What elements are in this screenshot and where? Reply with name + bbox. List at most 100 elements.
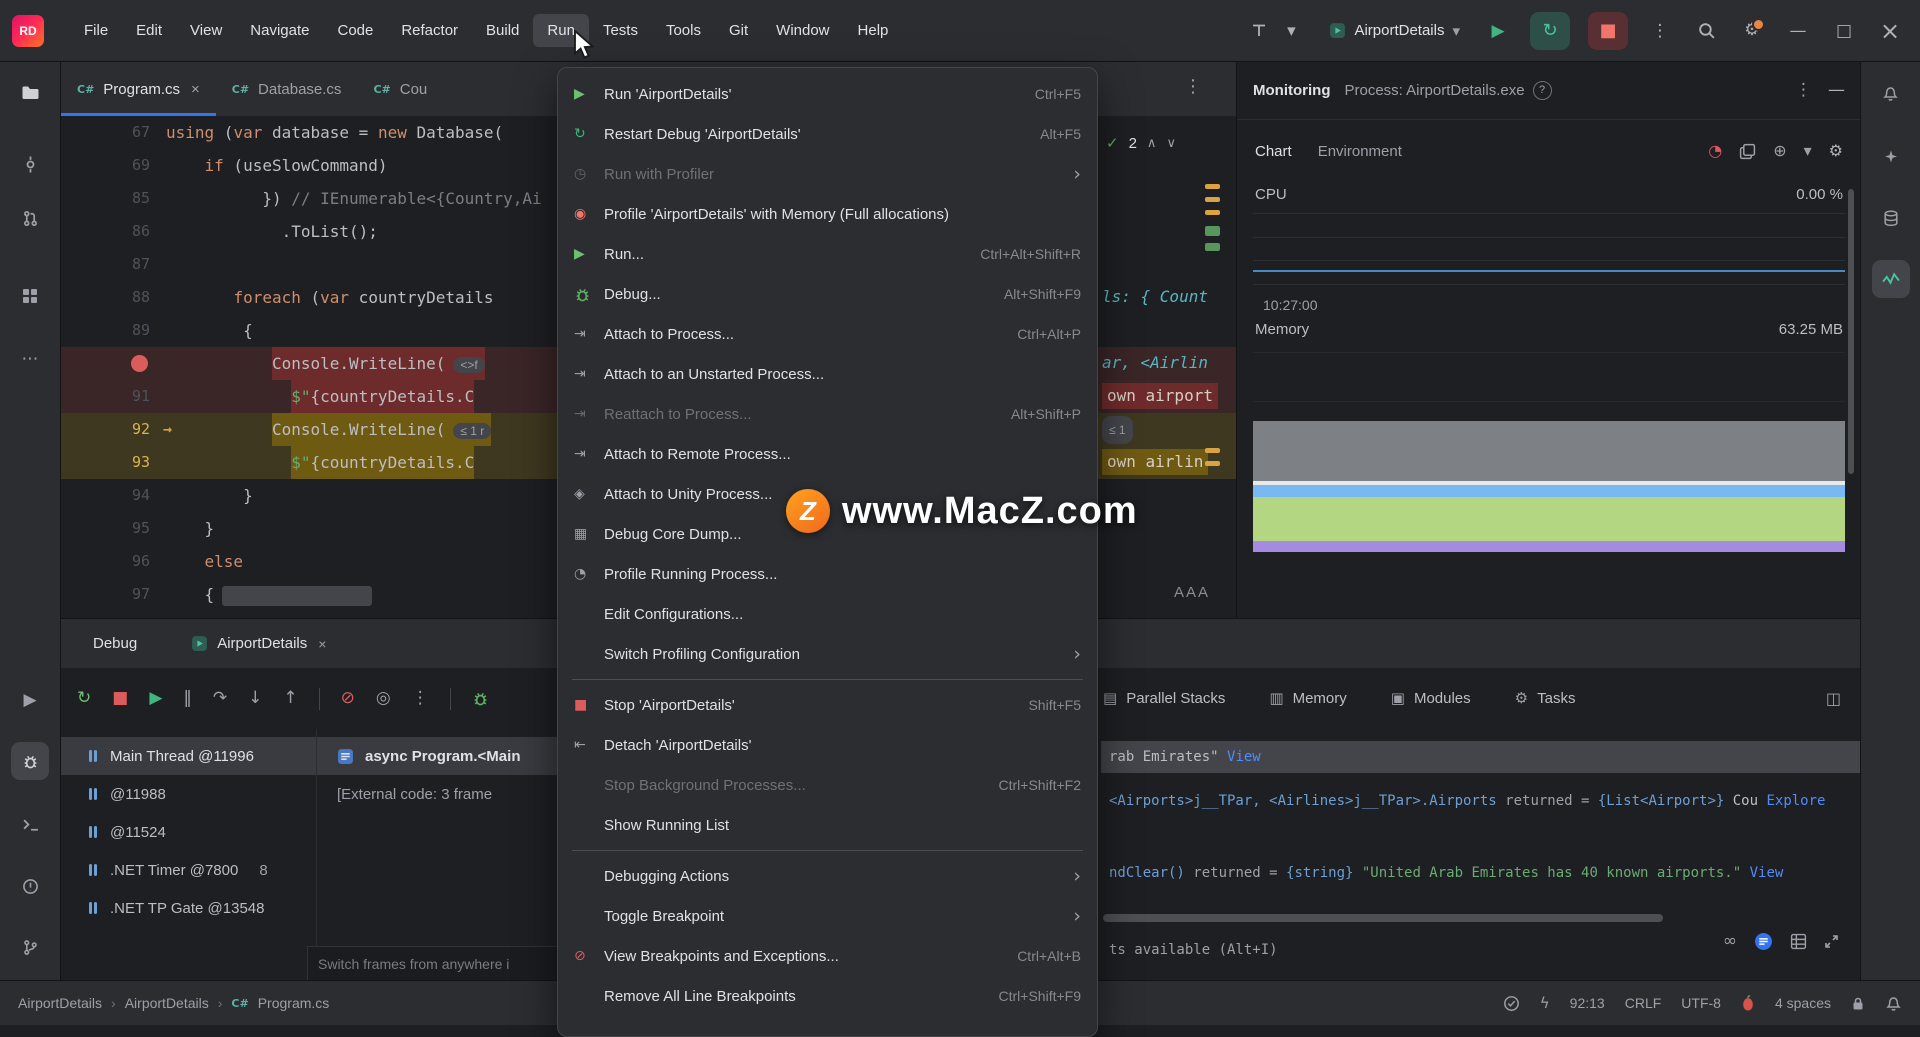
restart-debug-button[interactable]: ↻: [1530, 11, 1570, 50]
tab-environment[interactable]: Environment: [1318, 143, 1402, 160]
bell-icon[interactable]: [1872, 74, 1910, 112]
view-breakpoints-icon[interactable]: ◎: [376, 690, 391, 707]
kebab-icon[interactable]: ⋮: [1646, 17, 1674, 45]
terminal-icon[interactable]: [11, 806, 49, 844]
console-row[interactable]: rab Emirates" View: [1101, 741, 1861, 773]
menu-item[interactable]: ⇥ Reattach to Process... Alt+Shift+P: [558, 394, 1097, 434]
tab-chart[interactable]: Chart: [1255, 143, 1292, 160]
line-number[interactable]: 92 →: [61, 413, 172, 446]
thread-row[interactable]: @11988: [61, 775, 316, 813]
rider-logo-icon[interactable]: RD: [12, 14, 44, 47]
caret-position[interactable]: 92:13: [1570, 995, 1605, 1011]
line-number[interactable]: 94: [61, 479, 166, 512]
menubar-item-tools[interactable]: Tools: [652, 14, 715, 47]
menu-item[interactable]: ◷ Run with Profiler ›: [558, 154, 1097, 194]
line-number[interactable]: 89: [61, 314, 166, 347]
menu-item[interactable]: Stop Background Processes... Ctrl+Shift+F…: [558, 765, 1097, 805]
menu-item[interactable]: ▶ Run 'AirportDetails' Ctrl+F5: [558, 74, 1097, 114]
maximize-window-icon[interactable]: □: [1830, 17, 1858, 45]
menu-item[interactable]: Debugging Actions ›: [558, 856, 1097, 896]
tab-tasks[interactable]: ⚙ Tasks: [1515, 690, 1576, 707]
inspections-widget[interactable]: ✓ 2 ∧ ∨: [1106, 134, 1176, 153]
tab-parallel-stacks[interactable]: ▤ Parallel Stacks: [1103, 690, 1225, 707]
line-number[interactable]: [61, 347, 166, 380]
line-number[interactable]: 97: [61, 578, 166, 611]
debug-session-tab[interactable]: AirportDetails ×: [191, 635, 326, 652]
step-over-icon[interactable]: ↷: [213, 690, 227, 707]
prev-problem-icon[interactable]: ∧: [1147, 135, 1157, 151]
expand-icon[interactable]: [1824, 934, 1839, 949]
horizontal-scrollbar-thumb[interactable]: [1103, 914, 1663, 922]
menu-item[interactable]: ↻ Restart Debug 'AirportDetails' Alt+F5: [558, 114, 1097, 154]
menu-item[interactable]: ◉ Profile 'AirportDetails' with Memory (F…: [558, 194, 1097, 234]
chart-settings-gear-icon[interactable]: ⚙: [1829, 143, 1843, 159]
cpu-profile-icon[interactable]: ◔: [1708, 143, 1722, 159]
memory-snapshot-icon[interactable]: ⊕: [1773, 143, 1786, 159]
chevron-down-icon[interactable]: ▾: [1804, 143, 1812, 159]
console-action-link[interactable]: View: [1750, 865, 1784, 881]
scrollbar-thumb[interactable]: [1848, 189, 1854, 474]
menu-item[interactable]: Edit Configurations...: [558, 594, 1097, 634]
line-separator[interactable]: CRLF: [1625, 995, 1662, 1011]
editor-options-kebab-icon[interactable]: ⋮: [1184, 76, 1202, 97]
debug-tool-icon[interactable]: [11, 742, 49, 780]
line-number[interactable]: 69: [61, 149, 166, 182]
hot-reload-pepper-icon[interactable]: [1741, 994, 1755, 1012]
menubar-item-window[interactable]: Window: [762, 14, 843, 47]
menu-item[interactable]: Debug... Alt+Shift+F9: [558, 274, 1097, 314]
lock-icon[interactable]: [1851, 996, 1865, 1011]
editor-tab-database-cs[interactable]: C# Database.cs: [216, 62, 358, 116]
console-output-icon[interactable]: [1754, 932, 1773, 951]
thread-row[interactable]: .NET Timer @7800 8: [61, 851, 316, 889]
settings-gear-icon[interactable]: ⚙: [1738, 17, 1766, 45]
chevron-down-icon[interactable]: ▾: [1277, 17, 1305, 45]
run-config-selector[interactable]: AirportDetails ▾: [1323, 18, 1466, 44]
debugger-console[interactable]: rab Emirates" View <Airports>j__TPar, <Ai…: [1101, 729, 1861, 981]
next-problem-icon[interactable]: ∨: [1166, 135, 1176, 151]
menu-item[interactable]: ⇥ Attach to an Unstarted Process...: [558, 354, 1097, 394]
menu-item[interactable]: ▶ Run... Ctrl+Alt+Shift+R: [558, 234, 1097, 274]
panel-layout-icon[interactable]: ◫: [1826, 690, 1841, 707]
menubar-item-refactor[interactable]: Refactor: [387, 14, 472, 47]
line-number[interactable]: 86: [61, 215, 166, 248]
watches-icon[interactable]: ∞: [1723, 933, 1737, 950]
menubar-item-tests[interactable]: Tests: [589, 14, 652, 47]
menubar-item-view[interactable]: View: [176, 14, 236, 47]
line-number[interactable]: 91: [61, 380, 166, 413]
menubar-item-edit[interactable]: Edit: [122, 14, 176, 47]
editor-tab-cou[interactable]: C# Cou: [357, 62, 443, 116]
thread-row[interactable]: Main Thread @11996: [61, 737, 316, 775]
hide-panel-icon[interactable]: —: [1828, 81, 1845, 99]
line-number[interactable]: 96: [61, 545, 166, 578]
mute-breakpoints-icon[interactable]: ⊘: [341, 690, 355, 707]
step-into-icon[interactable]: ↓: [248, 690, 262, 707]
menu-item[interactable]: Switch Profiling Configuration ›: [558, 634, 1097, 674]
breadcrumb-item[interactable]: Program.cs: [258, 995, 330, 1011]
console-row[interactable]: ndClear() returned = {string} "United Ar…: [1101, 857, 1861, 889]
menubar-item-file[interactable]: File: [70, 14, 122, 47]
menubar-item-git[interactable]: Git: [715, 14, 762, 47]
console-action-link[interactable]: Explore: [1758, 793, 1825, 809]
menu-item[interactable]: ⇥ Attach to Process... Ctrl+Alt+P: [558, 314, 1097, 354]
line-number[interactable]: 85: [61, 182, 166, 215]
thread-row[interactable]: .NET TP Gate @13548: [61, 889, 316, 927]
menu-item[interactable]: Remove All Line Breakpoints Ctrl+Shift+F9: [558, 976, 1097, 1016]
debug-icon[interactable]: [472, 690, 489, 707]
power-save-icon[interactable]: ϟ: [1540, 995, 1550, 1011]
menubar-item-navigate[interactable]: Navigate: [236, 14, 323, 47]
breadcrumb-item[interactable]: AirportDetails: [125, 995, 209, 1011]
menu-item[interactable]: Toggle Breakpoint ›: [558, 896, 1097, 936]
editor-tab-program-cs[interactable]: C# Program.cs ×: [61, 62, 216, 116]
thread-row[interactable]: @11524: [61, 813, 316, 851]
structure-icon[interactable]: [11, 277, 49, 315]
layers-icon[interactable]: [1739, 143, 1756, 160]
more-icon[interactable]: ⋯: [11, 340, 49, 378]
indent-style[interactable]: 4 spaces: [1775, 995, 1831, 1011]
menubar-item-build[interactable]: Build: [472, 14, 533, 47]
kebab-icon[interactable]: ⋮: [412, 690, 429, 707]
search-icon[interactable]: [1692, 17, 1720, 45]
tab-modules[interactable]: ▣ Modules: [1391, 690, 1471, 707]
console-row[interactable]: <Airports>j__TPar, <Airlines>j__TPar>.Ai…: [1101, 785, 1861, 817]
tab-memory[interactable]: ▥ Memory: [1269, 690, 1346, 707]
menu-item[interactable]: Show Running List: [558, 805, 1097, 845]
